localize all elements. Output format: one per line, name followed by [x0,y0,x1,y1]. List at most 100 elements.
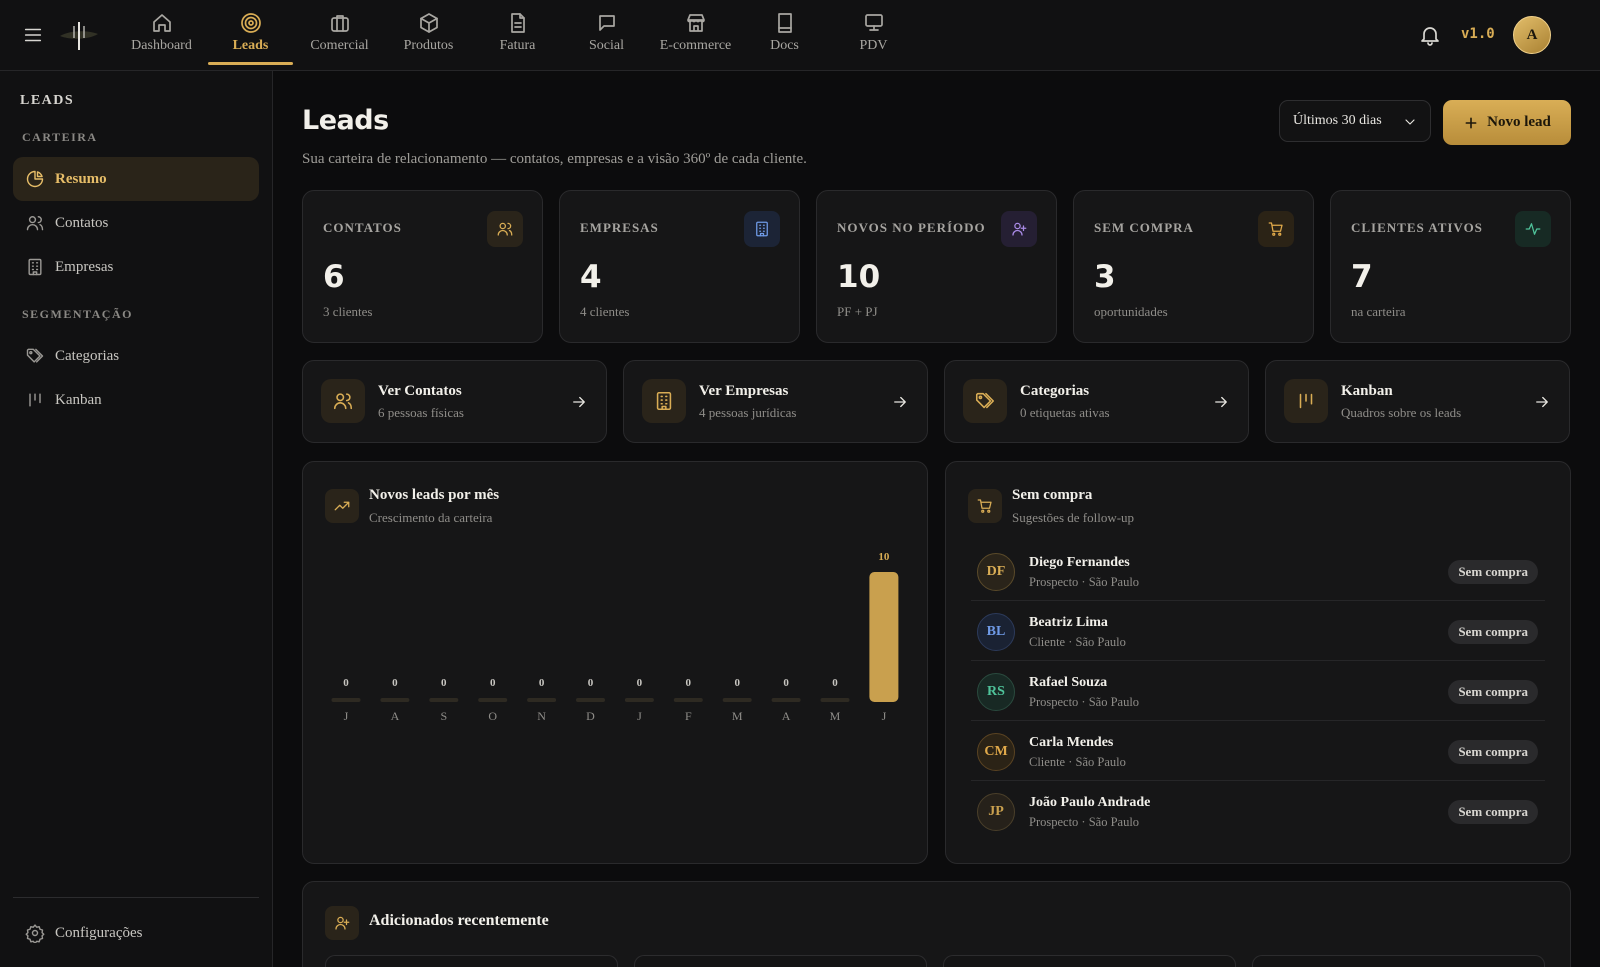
briefcase-icon [330,15,349,32]
sidebar-item-label: Resumo [55,170,107,187]
recent-card[interactable] [634,955,927,967]
chart-bar [771,698,801,702]
bar-chart: 0 J 0 A 0 S 0 O 0 N 0 D 0 J 0 F 0 M 0 A 0 M 10 J [331,551,899,723]
sidebar-item-empresas[interactable]: Empresas [13,245,259,289]
bell-icon[interactable] [1418,23,1442,47]
tab-docs[interactable]: Docs [740,0,829,71]
tab-comercial[interactable]: Comercial [295,0,384,71]
target-icon [240,13,261,33]
chart-bar [576,698,605,702]
quick-link-title: Kanban [1341,383,1393,399]
status-badge[interactable]: Sem compra [1448,560,1538,584]
list-item[interactable]: DF Diego Fernandes Prospecto · São Paulo… [971,542,1545,601]
chevron-down-icon [1405,119,1415,125]
recent-card[interactable] [1252,955,1545,967]
sem-compra-title: Sem compra [1012,487,1093,503]
cart-icon [968,489,1002,523]
tab-produtos[interactable]: Produtos [384,0,473,71]
status-badge[interactable]: Sem compra [1448,620,1538,644]
chart-bar [869,572,899,702]
chart-tick-label: J [882,709,887,723]
main-tabs: Dashboard Leads Comercial Produtos Fatur… [117,0,918,71]
period-select[interactable]: Últimos 30 dias [1279,100,1431,142]
status-badge[interactable]: Sem compra [1448,680,1538,704]
quick-link-title: Ver Empresas [699,383,789,399]
activity-icon [1515,211,1551,247]
avatar: JP [977,793,1015,831]
stat-label: CLIENTES ATIVOS [1351,220,1483,235]
arrow-right-icon [1215,396,1227,408]
sidebar-item-kanban[interactable]: Kanban [13,378,259,422]
sidebar-item-label: Configurações [55,924,143,941]
quick-link-kanban[interactable]: Kanban Quadros sobre os leads [1265,360,1570,443]
stat-label: CONTATOS [323,220,402,235]
stat-card-clientes-ativos: CLIENTES ATIVOS 7 na carteira [1330,190,1571,343]
tab-social[interactable]: Social [562,0,651,71]
tab-leads[interactable]: Leads [206,0,295,71]
building-icon [28,258,42,276]
users-icon [26,216,44,231]
quick-link-contatos[interactable]: Ver Contatos 6 pessoas físicas [302,360,607,443]
kanban-icon [1284,379,1328,423]
tab-label: Social [589,38,624,53]
recent-card[interactable] [943,955,1236,967]
chart-bar [820,698,850,702]
sidebar-item-categorias[interactable]: Categorias [13,334,259,378]
person-meta: Cliente · São Paulo [1029,755,1126,769]
status-badge[interactable]: Sem compra [1448,800,1538,824]
top-navigation-bar: Dashboard Leads Comercial Produtos Fatur… [0,0,1600,71]
list-item[interactable]: JP João Paulo Andrade Prospecto · São Pa… [971,782,1545,841]
stat-note: 4 clientes [580,304,630,319]
sidebar-item-resumo[interactable]: Resumo [13,157,259,201]
users-icon [321,379,365,423]
menu-icon[interactable] [22,24,44,46]
stat-note: PF + PJ [837,304,878,319]
tab-label: Produtos [403,38,454,53]
quick-link-subtitle: 4 pessoas jurídicas [699,405,797,420]
chart-tick-label: M [830,709,841,723]
user-avatar[interactable]: A [1513,16,1551,54]
list-item[interactable]: CM Carla Mendes Cliente · São Paulo Sem … [971,722,1545,781]
quick-link-title: Ver Contatos [378,383,462,399]
period-select-value: Últimos 30 dias [1293,113,1382,128]
status-badge[interactable]: Sem compra [1448,740,1538,764]
chart-data-label: 0 [686,677,692,689]
person-meta: Prospecto · São Paulo [1029,695,1140,709]
quick-link-categorias[interactable]: Categorias 0 etiquetas ativas [944,360,1249,443]
user-plus-icon [1001,211,1037,247]
list-item[interactable]: RS Rafael Souza Prospecto · São Paulo Se… [971,662,1545,721]
sidebar-item-label: Empresas [55,258,114,275]
chart-bar [331,698,361,702]
list-item[interactable]: BL Beatriz Lima Cliente · São Paulo Sem … [971,602,1545,661]
chart-bar [478,698,508,702]
person-name: Rafael Souza [1029,675,1108,690]
cart-icon [1258,211,1294,247]
book-icon [777,13,792,33]
brand-logo[interactable] [58,18,100,54]
quick-link-subtitle: 6 pessoas físicas [378,405,464,420]
chart-bar [380,698,410,702]
tab-fatura[interactable]: Fatura [473,0,562,71]
chart-data-label: 10 [878,551,890,563]
chart-data-label: 0 [441,677,447,689]
chart-data-label: 0 [637,677,643,689]
tab-pdv[interactable]: PDV [829,0,918,71]
sidebar-item-configuracoes[interactable]: Configurações [13,911,259,955]
quick-link-empresas[interactable]: Ver Empresas 4 pessoas jurídicas [623,360,928,443]
person-meta: Prospecto · São Paulo [1029,815,1140,829]
chart-tick-label: F [685,709,692,723]
recent-card[interactable] [325,955,618,967]
chart-data-label: 0 [539,677,545,689]
new-lead-button[interactable]: Novo lead [1443,100,1571,145]
tab-label: Comercial [310,38,369,53]
gear-icon [25,924,45,943]
stat-card-novos: NOVOS NO PERÍODO 10 PF + PJ [816,190,1057,343]
chart-data-label: 0 [783,677,789,689]
stat-value: 7 [1351,259,1373,295]
tab-ecommerce[interactable]: E-commerce [651,0,740,71]
new-lead-label: Novo lead [1487,114,1551,130]
tab-dashboard[interactable]: Dashboard [117,0,206,71]
chart-bar [527,698,557,702]
sidebar-item-contatos[interactable]: Contatos [13,201,259,245]
chart-tick-label: M [732,709,743,723]
